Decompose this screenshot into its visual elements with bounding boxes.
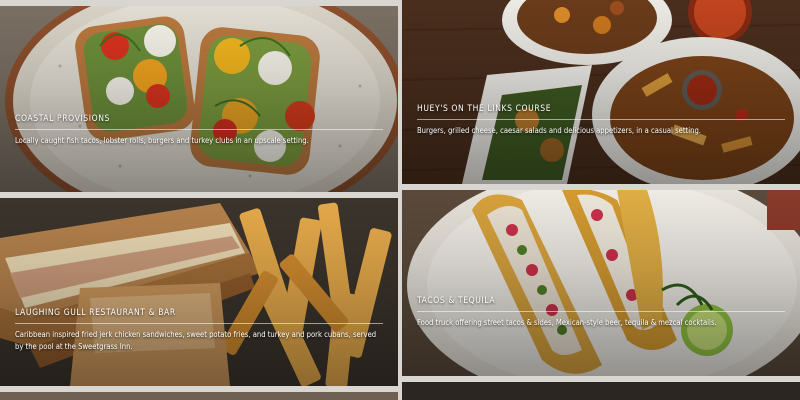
photo-overlay — [402, 190, 800, 376]
card-title: LAUGHING GULL RESTAURANT & BAR — [15, 308, 383, 324]
photo-overlay — [402, 0, 800, 184]
card-tacos-tequila[interactable]: TACOS & TEQUILA Food truck offering stre… — [402, 190, 800, 376]
card-title: HUEY'S ON THE LINKS COURSE — [417, 104, 785, 120]
card-coastal-provisions[interactable]: COASTAL PROVISIONS Locally caught fish t… — [0, 6, 398, 192]
photo-overlay — [0, 198, 398, 386]
card-description: Burgers, grilled cheese, caesar salads a… — [417, 126, 701, 135]
card-caption: HUEY'S ON THE LINKS COURSE Burgers, gril… — [417, 104, 785, 137]
card-caption: LAUGHING GULL RESTAURANT & BAR Caribbean… — [15, 308, 383, 353]
dining-grid: COASTAL PROVISIONS Locally caught fish t… — [0, 0, 800, 400]
photo-overlay — [0, 6, 398, 192]
card-description: Food truck offering street tacos & sides… — [417, 318, 717, 327]
card-next-row-left[interactable] — [0, 392, 398, 400]
card-description: Caribbean inspired fried jerk chicken sa… — [15, 330, 377, 351]
card-caption: TACOS & TEQUILA Food truck offering stre… — [417, 296, 785, 329]
card-hueys-on-the-links[interactable]: HUEY'S ON THE LINKS COURSE Burgers, gril… — [402, 0, 800, 184]
card-title: COASTAL PROVISIONS — [15, 114, 383, 130]
card-caption: COASTAL PROVISIONS Locally caught fish t… — [15, 114, 383, 147]
card-title: TACOS & TEQUILA — [417, 296, 785, 312]
card-laughing-gull[interactable]: LAUGHING GULL RESTAURANT & BAR Caribbean… — [0, 198, 398, 386]
card-description: Locally caught fish tacos, lobster rolls… — [15, 136, 309, 145]
card-next-row-right[interactable] — [402, 382, 800, 400]
